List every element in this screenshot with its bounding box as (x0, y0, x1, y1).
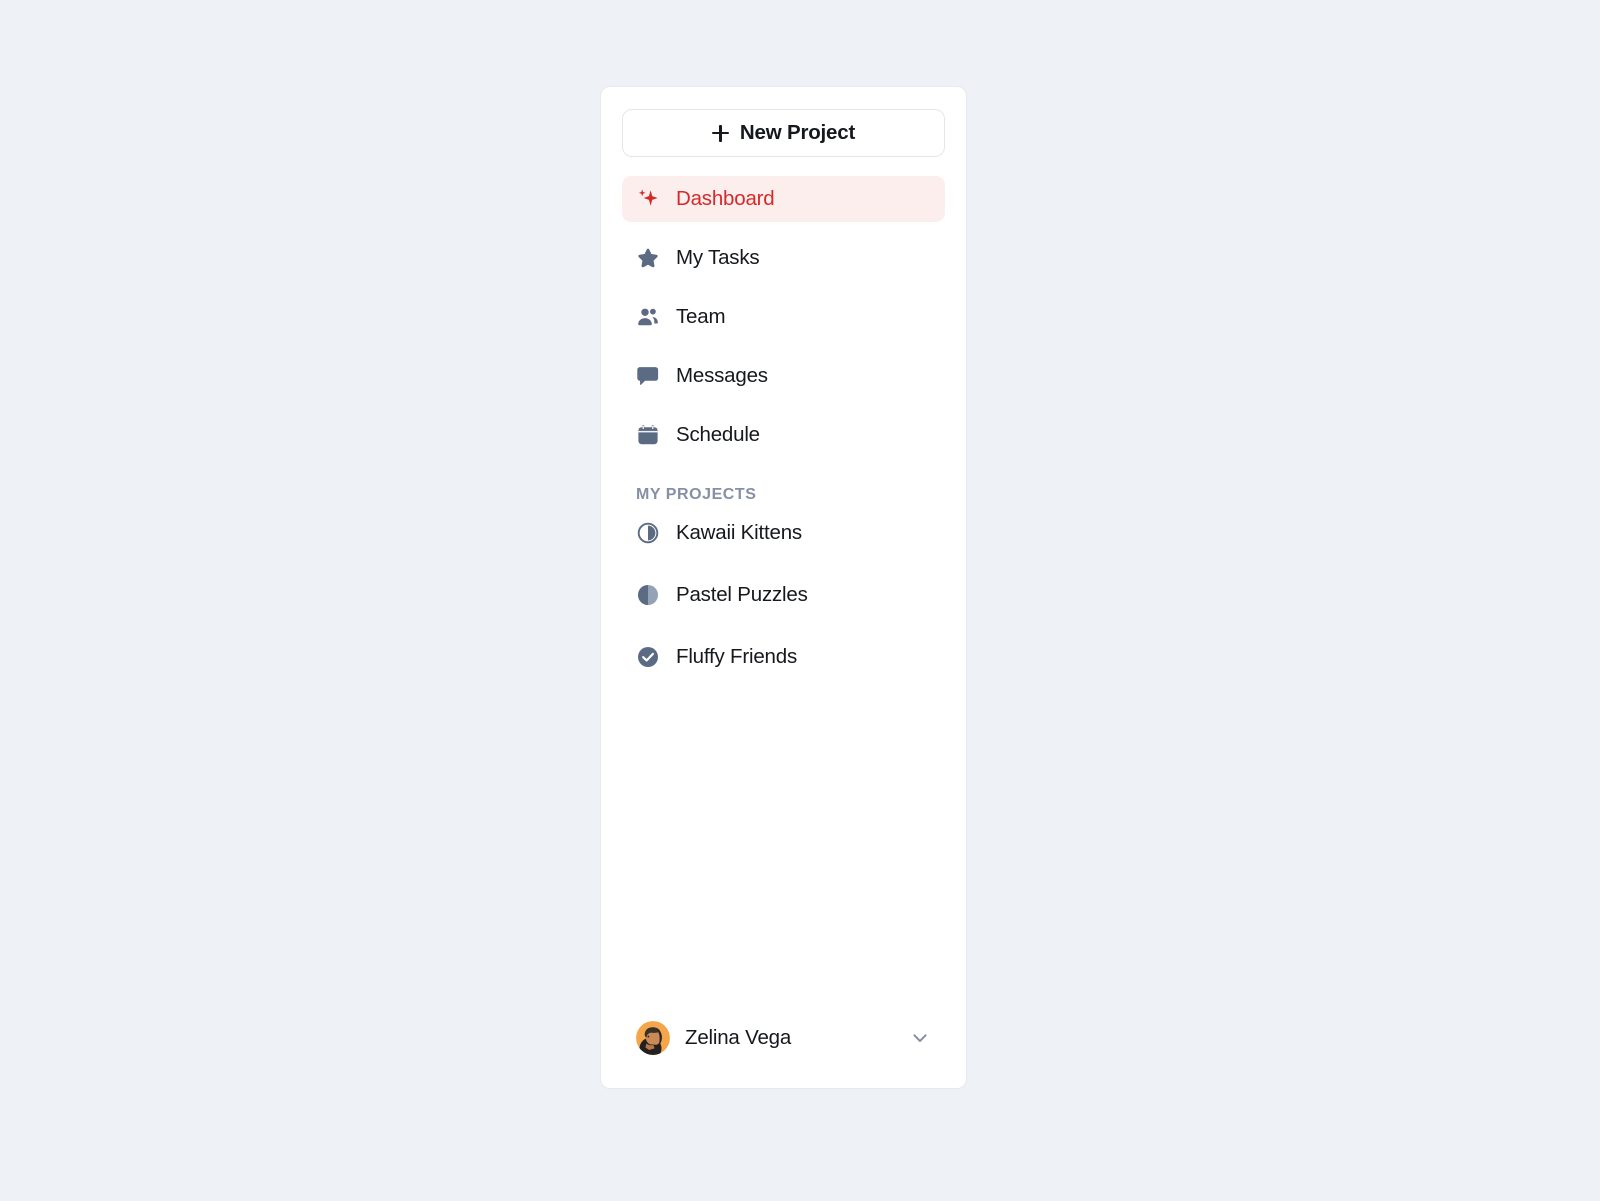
progress-half-filled-icon (636, 583, 660, 607)
sidebar-item-label: My Tasks (676, 245, 760, 269)
project-label: Fluffy Friends (676, 644, 798, 668)
sidebar-panel: New Project Dashboard My Tasks Team Mess… (600, 86, 967, 1089)
avatar (636, 1021, 670, 1055)
sidebar-item-label: Messages (676, 363, 768, 387)
project-label: Kawaii Kittens (676, 520, 802, 544)
sidebar-item-label: Schedule (676, 422, 760, 446)
new-project-button[interactable]: New Project (622, 109, 945, 157)
my-projects-heading: MY PROJECTS (636, 486, 757, 503)
chat-bubble-icon (636, 364, 660, 388)
sidebar-item-dashboard[interactable]: Dashboard (622, 176, 945, 222)
user-name: Zelina Vega (685, 1026, 792, 1049)
sparkle-icon (636, 187, 660, 211)
project-item-kawaii-kittens[interactable]: Kawaii Kittens (622, 510, 945, 556)
people-icon (636, 305, 660, 329)
calendar-icon (636, 423, 660, 447)
sidebar-item-label: Dashboard (676, 186, 775, 210)
user-profile-row[interactable]: Zelina Vega (601, 1006, 966, 1070)
progress-half-outline-icon (636, 521, 660, 545)
project-item-fluffy-friends[interactable]: Fluffy Friends (622, 634, 945, 680)
sidebar-item-label: Team (676, 304, 726, 328)
star-icon (636, 246, 660, 270)
sidebar-item-messages[interactable]: Messages (622, 353, 945, 399)
new-project-label: New Project (739, 121, 856, 144)
sidebar-item-team[interactable]: Team (622, 294, 945, 340)
sidebar-item-schedule[interactable]: Schedule (622, 412, 945, 458)
project-label: Pastel Puzzles (676, 582, 808, 606)
projects-list: Kawaii Kittens Pastel Puzzles Fluffy Fri… (601, 510, 966, 696)
chevron-down-icon[interactable] (909, 1027, 931, 1049)
check-circle-icon (636, 645, 660, 669)
sidebar-item-my-tasks[interactable]: My Tasks (622, 235, 945, 281)
primary-navigation: Dashboard My Tasks Team Messages Schedul… (601, 176, 966, 471)
project-item-pastel-puzzles[interactable]: Pastel Puzzles (622, 572, 945, 618)
plus-icon (711, 124, 729, 142)
screen: New Project Dashboard My Tasks Team Mess… (0, 0, 1600, 1201)
